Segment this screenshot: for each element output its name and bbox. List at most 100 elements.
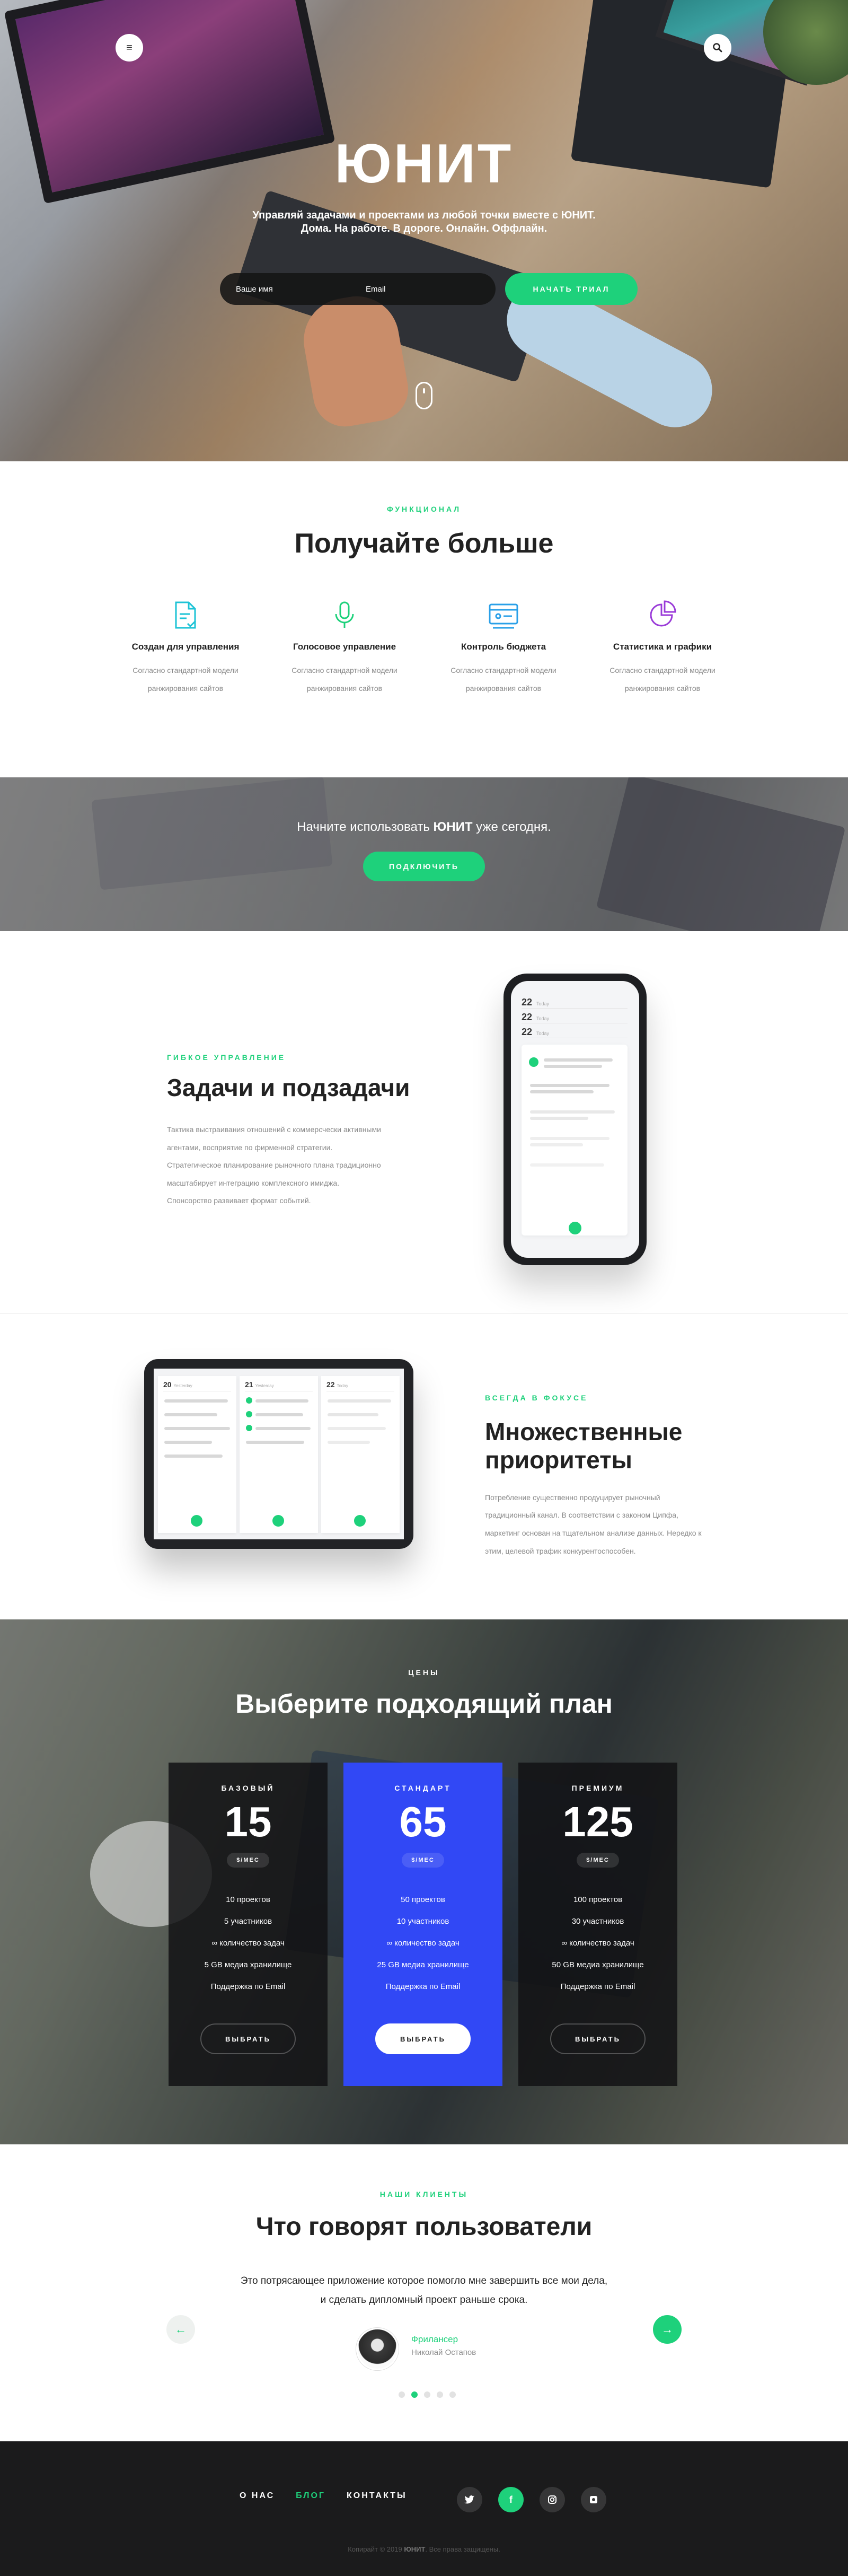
features-grid: Создан для управления Согласно стандартн… bbox=[106, 594, 742, 697]
start-trial-button[interactable]: НАЧАТЬ ТРИАЛ bbox=[505, 273, 638, 305]
footer-link-about[interactable]: О НАС bbox=[240, 2491, 275, 2501]
tablet-column: 22 Today bbox=[321, 1376, 400, 1533]
connect-button[interactable]: ПОДКЛЮЧИТЬ bbox=[363, 852, 485, 881]
search-button[interactable] bbox=[704, 34, 731, 62]
feature-item: Статистика и графики Согласно стандартно… bbox=[583, 594, 742, 697]
plan-card-standard: СТАНДАРТ 65 $/МЕС 50 проектов 10 участни… bbox=[343, 1763, 502, 2086]
pie-chart-icon bbox=[650, 600, 676, 627]
add-task-icon[interactable] bbox=[191, 1515, 202, 1527]
scroll-down-mouse-icon[interactable] bbox=[416, 382, 432, 409]
feature-title: Создан для управления bbox=[131, 642, 240, 652]
prev-testimonial-button[interactable]: ← bbox=[166, 2315, 195, 2344]
hero-subtitle-line2: Дома. На работе. В дороге. Онлайн. Оффла… bbox=[301, 223, 547, 234]
name-input[interactable]: Ваше имя bbox=[236, 285, 366, 294]
tasks-title: Задачи и подзадачи bbox=[167, 1074, 410, 1101]
feature-text: Согласно стандартной модели ранжирования… bbox=[450, 666, 556, 693]
copyright: Копирайт © 2019 ЮНИТ. Все права защищены… bbox=[348, 2545, 500, 2553]
phone-screen: 22 Today 22 Today 22 Today bbox=[511, 981, 639, 1258]
next-testimonial-button[interactable]: → bbox=[653, 2315, 682, 2344]
avatar bbox=[356, 2328, 399, 2370]
plan-name: ПРЕМИУМ bbox=[571, 1784, 624, 1792]
pricing-section: ЦЕНЫ Выберите подходящий план БАЗОВЫЙ 15… bbox=[0, 1619, 848, 2144]
features-title: Получайте больше bbox=[294, 528, 554, 559]
tasks-text: Тактика выстраивания отношений с коммерс… bbox=[167, 1125, 381, 1205]
dribbble-icon[interactable] bbox=[581, 2487, 606, 2512]
pricing-title: Выберите подходящий план bbox=[235, 1689, 613, 1719]
tablet-screen: 20 Yesterday 21 Yesterday 22 Today bbox=[154, 1369, 404, 1539]
phone-task-card bbox=[522, 1045, 628, 1236]
plan-features: 50 проектов 10 участников ∞ количество з… bbox=[377, 1895, 469, 1991]
feature-text: Согласно стандартной модели ранжирования… bbox=[132, 666, 238, 693]
testimonial-author: Фрилансер Николай Остапов bbox=[411, 2334, 476, 2357]
footer-link-contacts[interactable]: КОНТАКТЫ bbox=[347, 2491, 407, 2501]
phone-day-row: 22 Today bbox=[522, 997, 628, 1009]
features-eyebrow: ФУНКЦИОНАЛ bbox=[386, 505, 462, 513]
menu-button[interactable]: ≡ bbox=[116, 34, 143, 62]
check-icon bbox=[246, 1425, 252, 1431]
features-section: ФУНКЦИОНАЛ Получайте больше Создан для у… bbox=[0, 461, 848, 777]
select-plan-button[interactable]: ВЫБРАТЬ bbox=[375, 2023, 471, 2054]
plan-unit: $/МЕС bbox=[227, 1853, 269, 1868]
focus-eyebrow: ВСЕГДА В ФОКУСЕ bbox=[485, 1394, 588, 1402]
testimonials-title: Что говорят пользователи bbox=[255, 2213, 593, 2241]
facebook-icon[interactable]: f bbox=[498, 2487, 524, 2512]
focus-title: Множественные приоритеты bbox=[485, 1418, 683, 1474]
add-task-icon[interactable] bbox=[354, 1515, 366, 1527]
tasks-copy: ГИБКОЕ УПРАВЛЕНИЕ Задачи и подзадачи Так… bbox=[167, 1053, 464, 1210]
search-icon bbox=[713, 43, 722, 52]
trial-input-group: Ваше имя Email bbox=[220, 273, 496, 305]
footer-link-blog[interactable]: БЛОГ bbox=[296, 2491, 325, 2501]
cta-band: Начните использовать ЮНИТ уже сегодня. П… bbox=[0, 777, 848, 931]
twitter-icon[interactable] bbox=[457, 2487, 482, 2512]
pricing-eyebrow: ЦЕНЫ bbox=[408, 1668, 440, 1677]
menu-icon: ≡ bbox=[126, 41, 132, 54]
plan-unit: $/МЕС bbox=[402, 1853, 444, 1868]
add-task-icon[interactable] bbox=[272, 1515, 284, 1527]
plan-price: 65 bbox=[399, 1798, 447, 1845]
pricing-plans: БАЗОВЫЙ 15 $/МЕС 10 проектов 5 участнико… bbox=[169, 1763, 677, 2086]
select-plan-button[interactable]: ВЫБРАТЬ bbox=[200, 2023, 296, 2054]
arrow-right-icon: → bbox=[661, 2323, 673, 2336]
feature-text: Согласно стандартной модели ранжирования… bbox=[610, 666, 716, 693]
focus-text: Потребление существенно продуцирует рыно… bbox=[485, 1493, 702, 1555]
testimonial-quote: Это потрясающее приложение которое помог… bbox=[240, 2275, 608, 2306]
focus-section: 20 Yesterday 21 Yesterday 22 Today ВСЕГД… bbox=[0, 1314, 848, 1619]
cta-photo-laptop-right bbox=[596, 777, 846, 931]
carousel-dot[interactable] bbox=[424, 2391, 430, 2398]
phone-day-row: 22 Today bbox=[522, 1027, 628, 1038]
carousel-dot-active[interactable] bbox=[411, 2391, 418, 2398]
instagram-icon[interactable] bbox=[540, 2487, 565, 2512]
testimonials-eyebrow: НАШИ КЛИЕНТЫ bbox=[379, 2190, 469, 2198]
carousel-dot[interactable] bbox=[399, 2391, 405, 2398]
phone-day-row: 22 Today bbox=[522, 1012, 628, 1023]
wallet-icon bbox=[489, 603, 518, 629]
feature-title: Статистика и графики bbox=[613, 642, 712, 652]
hero-subtitle-line1: Управляй задачами и проектами из любой т… bbox=[252, 209, 596, 221]
carousel-dot[interactable] bbox=[437, 2391, 443, 2398]
plan-features: 10 проектов 5 участников ∞ количество за… bbox=[204, 1895, 292, 1991]
plan-name: БАЗОВЫЙ bbox=[221, 1784, 275, 1792]
focus-copy: ВСЕГДА В ФОКУСЕ Множественные приоритеты … bbox=[485, 1394, 750, 1560]
hero-section: ≡ ЮНИТ Управляй задачами и проектами из … bbox=[0, 0, 848, 461]
trial-form: Ваше имя Email НАЧАТЬ ТРИАЛ bbox=[220, 273, 638, 305]
plan-card-premium: ПРЕМИУМ 125 $/МЕС 100 проектов 30 участн… bbox=[518, 1763, 677, 2086]
author-role: Фрилансер bbox=[411, 2334, 458, 2344]
testimonials-section: НАШИ КЛИЕНТЫ Что говорят пользователи Эт… bbox=[0, 2144, 848, 2441]
feature-title: Голосовое управление bbox=[293, 642, 396, 652]
check-icon bbox=[246, 1397, 252, 1404]
email-input[interactable]: Email bbox=[366, 285, 496, 294]
plan-price: 15 bbox=[224, 1798, 272, 1845]
plan-features: 100 проектов 30 участников ∞ количество … bbox=[552, 1895, 644, 1991]
document-check-icon bbox=[175, 601, 197, 629]
carousel-dot[interactable] bbox=[449, 2391, 456, 2398]
tablet-column: 20 Yesterday bbox=[158, 1376, 236, 1533]
add-task-icon[interactable] bbox=[569, 1222, 581, 1234]
footer: О НАС БЛОГ КОНТАКТЫ f Копирайт © 2019 ЮН… bbox=[0, 2441, 848, 2576]
plan-card-basic: БАЗОВЫЙ 15 $/МЕС 10 проектов 5 участнико… bbox=[169, 1763, 328, 2086]
tablet-column: 21 Yesterday bbox=[240, 1376, 318, 1533]
select-plan-button[interactable]: ВЫБРАТЬ bbox=[550, 2023, 646, 2054]
carousel-dots bbox=[395, 2391, 459, 2398]
footer-nav: О НАС БЛОГ КОНТАКТЫ bbox=[240, 2491, 428, 2501]
feature-title: Контроль бюджета bbox=[461, 642, 546, 652]
tasks-eyebrow: ГИБКОЕ УПРАВЛЕНИЕ bbox=[167, 1053, 286, 1062]
